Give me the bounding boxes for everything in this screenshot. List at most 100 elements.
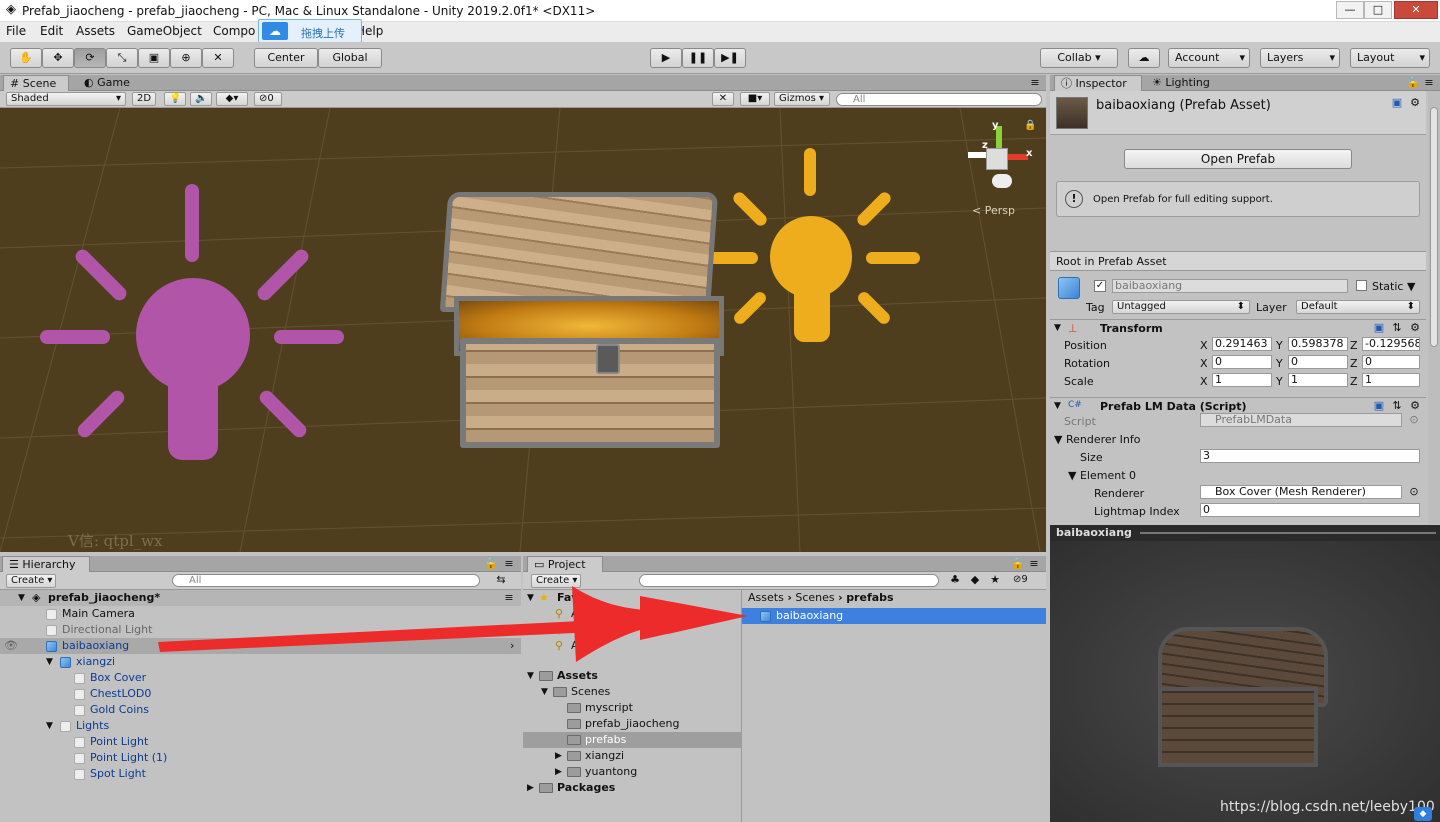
- help-book-icon[interactable]: ▣: [1390, 97, 1404, 109]
- renderer-field[interactable]: Box Cover (Mesh Renderer): [1200, 485, 1402, 499]
- hierarchy-lock-icon[interactable]: 🔒: [484, 558, 498, 570]
- tab-game[interactable]: ◐ Game: [78, 75, 144, 91]
- folder-prefabs[interactable]: prefabs: [523, 732, 742, 748]
- gizmos-dropdown[interactable]: Gizmos ▾: [774, 92, 830, 106]
- layer-dropdown[interactable]: Default ⬍: [1296, 300, 1420, 314]
- menu-gameobject[interactable]: GameObject: [127, 24, 202, 38]
- tab-inspector[interactable]: ⓘ Inspector: [1054, 75, 1142, 91]
- asset-label-icon[interactable]: ◆: [1414, 807, 1432, 821]
- hierarchy-item-point-light-1[interactable]: Point Light (1): [0, 750, 521, 766]
- size-field[interactable]: 3: [1200, 449, 1420, 463]
- inspector-menu-icon[interactable]: ≡: [1422, 77, 1436, 89]
- tab-hierarchy[interactable]: ☰ Hierarchy: [2, 556, 90, 572]
- open-prefab-button[interactable]: Open Prefab: [1124, 149, 1352, 169]
- scene-visibility-icon[interactable]: ⇆: [492, 574, 510, 586]
- global-button[interactable]: Global: [318, 48, 382, 68]
- shading-dropdown[interactable]: Shaded ▾: [6, 92, 126, 106]
- favorite-star-icon[interactable]: ★: [987, 574, 1003, 586]
- breadcrumb-scenes[interactable]: Scenes: [795, 591, 834, 604]
- rect-tool-button[interactable]: ▣: [138, 48, 170, 68]
- rotation-x-field[interactable]: 0: [1212, 355, 1272, 369]
- project-lock-icon[interactable]: 🔒: [1011, 558, 1025, 570]
- menu-assets[interactable]: Assets: [76, 24, 115, 38]
- account-dropdown[interactable]: Account ▾: [1168, 48, 1250, 68]
- filter-type-icon[interactable]: ♣: [947, 574, 963, 586]
- collab-button[interactable]: Collab ▾: [1040, 48, 1118, 68]
- layers-dropdown[interactable]: Layers ▾: [1260, 48, 1340, 68]
- hierarchy-item-point-light[interactable]: Point Light: [0, 734, 521, 750]
- layout-dropdown[interactable]: Layout ▾: [1350, 48, 1430, 68]
- scene-tools-button[interactable]: ✕: [712, 92, 734, 106]
- preview-header[interactable]: baibaoxiang: [1050, 525, 1440, 541]
- scene-viewport[interactable]: y x z 🔒 < Persp V信: qtpl_wx: [0, 108, 1046, 552]
- effects-dropdown[interactable]: ◆▾: [216, 92, 248, 106]
- preview-drag-handle[interactable]: [1140, 532, 1436, 534]
- inspector-scrollbar[interactable]: [1428, 91, 1440, 524]
- position-z-field[interactable]: -0.129568: [1362, 337, 1420, 351]
- scene-search-input[interactable]: All: [836, 93, 1042, 106]
- settings-gear-icon[interactable]: ⚙: [1408, 322, 1422, 334]
- element-0-foldout[interactable]: ▼ Element 0: [1068, 469, 1136, 482]
- static-checkbox[interactable]: [1356, 280, 1367, 291]
- hidden-packages-toggle[interactable]: ⊘9: [1013, 574, 1028, 585]
- custom-tool-button[interactable]: ✕: [202, 48, 234, 68]
- panel-menu-icon[interactable]: ≡: [1028, 77, 1042, 89]
- pivot-center-button[interactable]: Center: [254, 48, 318, 68]
- lightmap-index-field[interactable]: 0: [1200, 503, 1420, 517]
- rotation-z-field[interactable]: 0: [1362, 355, 1420, 369]
- name-field[interactable]: baibaoxiang: [1112, 279, 1348, 293]
- mode-2d-button[interactable]: 2D: [132, 92, 156, 106]
- hierarchy-search-input[interactable]: All: [172, 574, 480, 587]
- chevron-right-icon[interactable]: ›: [510, 638, 514, 654]
- spot-light-gizmo-icon[interactable]: [704, 148, 920, 344]
- hierarchy-item-baibaoxiang[interactable]: 👁 baibaoxiang ›: [0, 638, 521, 654]
- project-search-input[interactable]: [639, 574, 939, 587]
- pause-button[interactable]: ❚❚: [682, 48, 714, 68]
- tab-project[interactable]: ▭ Project: [527, 556, 603, 572]
- inspector-lock-icon[interactable]: 🔒: [1406, 77, 1420, 89]
- camera-dropdown[interactable]: ■▾: [740, 92, 770, 106]
- move-tool-button[interactable]: ✥: [42, 48, 74, 68]
- hierarchy-item-main-camera[interactable]: Main Camera: [0, 606, 521, 622]
- renderer-info-foldout[interactable]: ▼ Renderer Info: [1054, 433, 1141, 446]
- minimize-button[interactable]: —: [1336, 1, 1364, 19]
- transform-tool-button[interactable]: ⊕: [170, 48, 202, 68]
- help-book-icon[interactable]: ▣: [1372, 400, 1386, 412]
- hierarchy-create-dropdown[interactable]: Create ▾: [6, 574, 56, 588]
- step-button[interactable]: ▶❚: [714, 48, 746, 68]
- preset-icon[interactable]: ⇅: [1390, 322, 1404, 334]
- asset-preview[interactable]: https://blog.csdn.net/leeby100 ◆: [1050, 541, 1440, 822]
- rotate-tool-button[interactable]: ⟳: [74, 48, 106, 68]
- hierarchy-item-box-cover[interactable]: Box Cover: [0, 670, 521, 686]
- menu-component[interactable]: Compo: [213, 24, 255, 38]
- position-x-field[interactable]: 0.291463: [1212, 337, 1272, 351]
- scale-x-field[interactable]: 1: [1212, 373, 1272, 387]
- settings-gear-icon[interactable]: ⚙: [1408, 97, 1422, 109]
- hierarchy-item-lights[interactable]: ▼ Lights: [0, 718, 521, 734]
- visibility-eye-icon[interactable]: 👁: [4, 638, 18, 654]
- hierarchy-menu-icon[interactable]: ≡: [502, 558, 516, 570]
- hierarchy-item-directional-light[interactable]: Directional Light: [0, 622, 521, 638]
- restore-button[interactable]: □: [1364, 1, 1392, 19]
- breadcrumb-prefabs[interactable]: prefabs: [846, 591, 893, 604]
- orientation-gizmo[interactable]: y x z 🔒: [962, 118, 1036, 198]
- transform-header[interactable]: ▼ ⊥ Transform ▣ ⇅ ⚙: [1050, 319, 1426, 337]
- tab-lighting[interactable]: ☀ Lighting: [1146, 75, 1226, 91]
- close-button[interactable]: ✕: [1394, 1, 1438, 19]
- file-baibaoxiang[interactable]: baibaoxiang: [742, 608, 1046, 624]
- menu-file[interactable]: File: [6, 24, 26, 38]
- play-button[interactable]: ▶: [650, 48, 682, 68]
- projection-label[interactable]: < Persp: [972, 204, 1015, 217]
- scale-z-field[interactable]: 1: [1362, 373, 1420, 387]
- rotation-y-field[interactable]: 0: [1288, 355, 1348, 369]
- scrollbar-thumb[interactable]: [1430, 107, 1438, 347]
- cloud-button[interactable]: ☁: [1128, 48, 1160, 68]
- hidden-objects-toggle[interactable]: ⊘0: [254, 92, 282, 106]
- help-book-icon[interactable]: ▣: [1372, 322, 1386, 334]
- treasure-chest-model[interactable]: [439, 188, 730, 448]
- scene-menu-icon[interactable]: ≡: [502, 592, 516, 604]
- settings-gear-icon[interactable]: ⚙: [1408, 400, 1422, 412]
- breadcrumb-assets[interactable]: Assets: [748, 591, 784, 604]
- menu-edit[interactable]: Edit: [40, 24, 63, 38]
- preset-icon[interactable]: ⇅: [1390, 400, 1404, 412]
